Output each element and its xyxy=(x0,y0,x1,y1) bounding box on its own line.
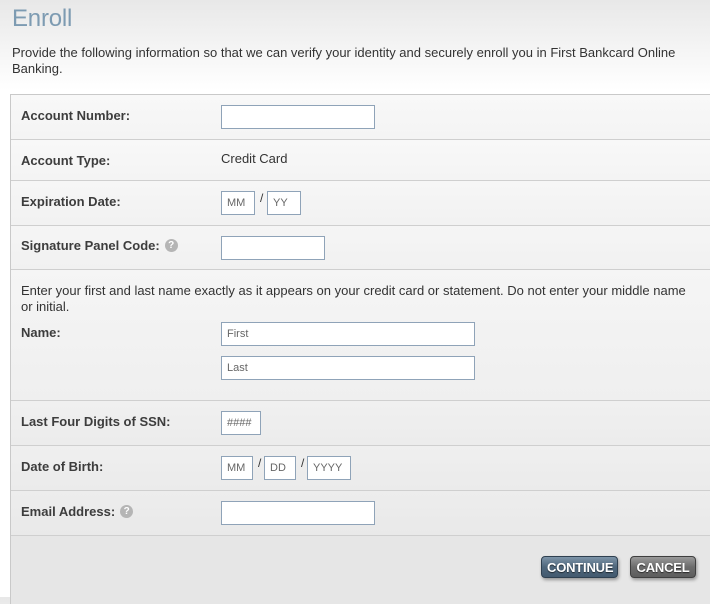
expiration-month-input[interactable] xyxy=(221,191,255,215)
question-circle-icon[interactable]: ? xyxy=(164,239,178,252)
cancel-button[interactable]: CANCEL xyxy=(630,556,696,578)
date-of-birth-label: Date of Birth: xyxy=(21,459,104,474)
question-circle-icon[interactable]: ? xyxy=(120,505,134,518)
row-date-of-birth: Date of Birth: / / xyxy=(11,446,710,491)
dob-day-input[interactable] xyxy=(264,456,296,480)
expiration-year-input[interactable] xyxy=(267,191,301,215)
ssn-last-four-input[interactable] xyxy=(221,411,261,435)
account-type-value: Credit Card xyxy=(221,151,288,166)
continue-button[interactable]: CONTINUE xyxy=(541,556,618,578)
signature-panel-code-label: Signature Panel Code: ? xyxy=(21,238,178,253)
date-separator: / xyxy=(258,456,262,470)
enroll-form: Account Number: Account Type: Credit Car… xyxy=(10,94,710,604)
account-number-input[interactable] xyxy=(221,105,375,129)
last-name-input[interactable] xyxy=(221,356,475,380)
row-account-type: Account Type: Credit Card xyxy=(11,140,710,181)
email-label-text: Email Address: xyxy=(21,504,116,519)
expiration-date-label: Expiration Date: xyxy=(21,194,121,209)
name-instructions: Enter your first and last name exactly a… xyxy=(21,283,686,314)
email-label: Email Address: ? xyxy=(21,504,134,519)
row-account-number: Account Number: xyxy=(11,95,710,140)
row-ssn: Last Four Digits of SSN: xyxy=(11,401,710,446)
row-email: Email Address: ? xyxy=(11,491,710,536)
dob-month-input[interactable] xyxy=(221,456,253,480)
row-name: Enter your first and last name exactly a… xyxy=(11,270,710,401)
signature-panel-code-input[interactable] xyxy=(221,236,325,260)
date-separator: / xyxy=(260,191,264,205)
account-number-label: Account Number: xyxy=(21,108,131,123)
name-label: Name: xyxy=(21,325,61,340)
row-signature-panel-code: Signature Panel Code: ? xyxy=(11,226,710,270)
first-name-input[interactable] xyxy=(221,322,475,346)
date-separator: / xyxy=(301,456,305,470)
intro-text: Provide the following information so tha… xyxy=(12,45,676,76)
ssn-label: Last Four Digits of SSN: xyxy=(21,414,171,429)
page-title: Enroll xyxy=(12,5,73,32)
row-expiration-date: Expiration Date: / xyxy=(11,181,710,226)
email-input[interactable] xyxy=(221,501,375,525)
account-type-label: Account Type: xyxy=(21,153,111,168)
signature-panel-code-label-text: Signature Panel Code: xyxy=(21,238,160,253)
dob-year-input[interactable] xyxy=(307,456,351,480)
